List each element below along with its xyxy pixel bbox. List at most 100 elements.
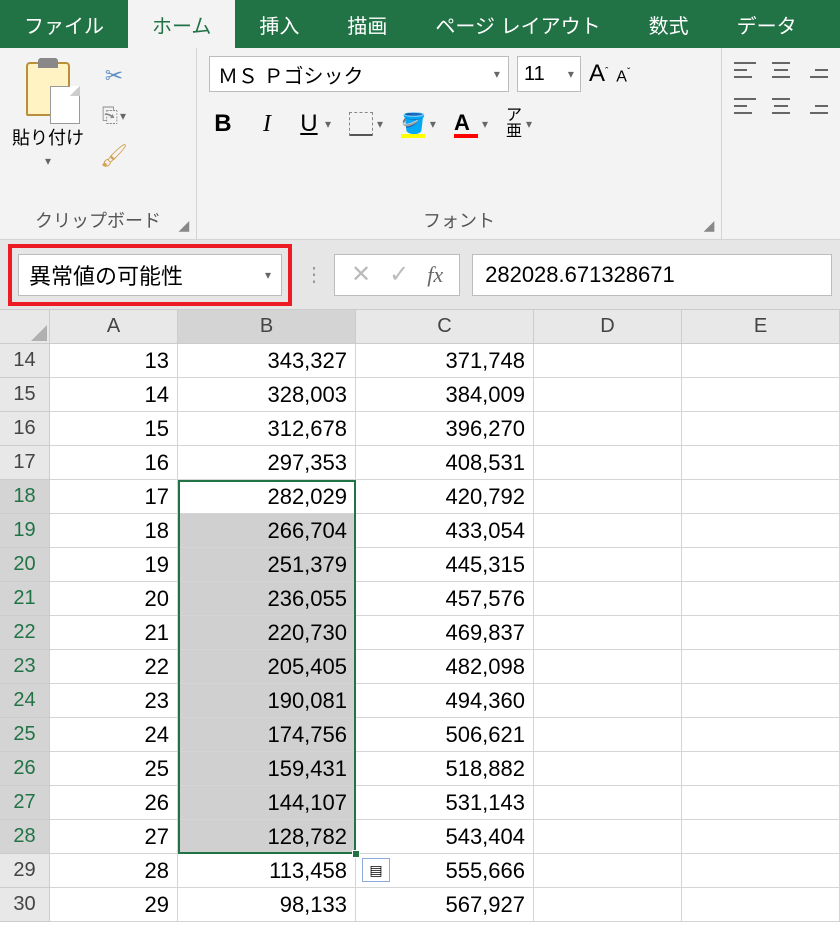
cell[interactable] (534, 548, 682, 582)
font-name-dropdown[interactable]: ＭＳ Ｐゴシック ▾ (209, 56, 509, 92)
cell[interactable]: 531,143 (356, 786, 534, 820)
cell[interactable] (534, 786, 682, 820)
font-color-button[interactable]: A▾ (454, 110, 488, 138)
tab-file[interactable]: ファイル (0, 0, 128, 48)
fx-icon[interactable]: fx (427, 262, 443, 288)
row-header[interactable]: 25 (0, 718, 50, 752)
cell[interactable]: 28 (50, 854, 178, 888)
cell[interactable] (534, 514, 682, 548)
increase-font-button[interactable]: Aˆ (589, 60, 608, 88)
cut-button[interactable]: ✂ (96, 60, 132, 92)
copy-button[interactable]: ⎘▾ (96, 100, 132, 132)
cell[interactable]: 543,404 (356, 820, 534, 854)
italic-button[interactable]: I (255, 111, 279, 138)
phonetic-guide-button[interactable]: ア亜▾ (506, 108, 532, 140)
cell[interactable]: 220,730 (178, 616, 356, 650)
row-header[interactable]: 15 (0, 378, 50, 412)
cell[interactable]: 420,792 (356, 480, 534, 514)
cell[interactable] (534, 820, 682, 854)
cell[interactable]: 205,405 (178, 650, 356, 684)
cell[interactable]: 144,107 (178, 786, 356, 820)
cell[interactable]: 297,353 (178, 446, 356, 480)
align-bottom-button[interactable] (806, 62, 828, 78)
tab-data[interactable]: データ (713, 0, 821, 48)
cell[interactable] (682, 412, 840, 446)
cell[interactable]: 371,748 (356, 344, 534, 378)
cell[interactable]: 19 (50, 548, 178, 582)
cell[interactable]: 396,270 (356, 412, 534, 446)
cell[interactable] (534, 582, 682, 616)
cell[interactable]: 457,576 (356, 582, 534, 616)
cell[interactable] (534, 480, 682, 514)
row-header[interactable]: 14 (0, 344, 50, 378)
tab-page-layout[interactable]: ページ レイアウト (411, 0, 624, 48)
cell[interactable]: 16 (50, 446, 178, 480)
tab-draw[interactable]: 描画 (323, 0, 411, 48)
borders-button[interactable]: ▾ (349, 112, 383, 136)
cell[interactable]: 159,431 (178, 752, 356, 786)
cell[interactable]: 190,081 (178, 684, 356, 718)
cell[interactable]: 433,054 (356, 514, 534, 548)
col-header-a[interactable]: A (50, 310, 178, 344)
align-top-button[interactable] (734, 62, 756, 78)
select-all-corner[interactable] (0, 310, 50, 344)
col-header-c[interactable]: C (356, 310, 534, 344)
cell[interactable]: 469,837 (356, 616, 534, 650)
cell[interactable] (534, 684, 682, 718)
cell[interactable] (682, 752, 840, 786)
cell[interactable] (534, 344, 682, 378)
cell[interactable] (682, 684, 840, 718)
align-middle-button[interactable] (770, 62, 792, 78)
cell[interactable] (682, 480, 840, 514)
cell[interactable] (682, 344, 840, 378)
cell[interactable] (682, 378, 840, 412)
format-painter-button[interactable]: 🖌 (96, 140, 132, 172)
cell[interactable]: 24 (50, 718, 178, 752)
tab-home[interactable]: ホーム (128, 0, 235, 48)
formula-input[interactable]: 282028.671328671 (472, 254, 832, 296)
underline-button[interactable]: U▾ (297, 110, 331, 138)
cell[interactable]: 13 (50, 344, 178, 378)
cell[interactable] (534, 378, 682, 412)
align-left-button[interactable] (734, 98, 756, 114)
cell[interactable] (534, 752, 682, 786)
row-header[interactable]: 23 (0, 650, 50, 684)
row-header[interactable]: 24 (0, 684, 50, 718)
row-header[interactable]: 19 (0, 514, 50, 548)
cell[interactable] (682, 616, 840, 650)
cell[interactable]: 25 (50, 752, 178, 786)
cell[interactable]: 266,704 (178, 514, 356, 548)
cell[interactable] (534, 412, 682, 446)
col-header-b[interactable]: B (178, 310, 356, 344)
cell[interactable] (682, 548, 840, 582)
cell[interactable]: 384,009 (356, 378, 534, 412)
font-launcher[interactable]: ◢ (701, 217, 717, 233)
cell[interactable] (682, 514, 840, 548)
cell[interactable]: 27 (50, 820, 178, 854)
row-header[interactable]: 21 (0, 582, 50, 616)
row-header[interactable]: 27 (0, 786, 50, 820)
cell[interactable]: 17 (50, 480, 178, 514)
cell[interactable] (682, 820, 840, 854)
clipboard-launcher[interactable]: ◢ (176, 217, 192, 233)
cell[interactable]: 113,458 (178, 854, 356, 888)
cell[interactable]: 312,678 (178, 412, 356, 446)
cell[interactable] (534, 616, 682, 650)
cell[interactable]: 343,327 (178, 344, 356, 378)
fill-color-button[interactable]: 🪣▾ (401, 111, 436, 138)
enter-formula-button[interactable]: ✓ (389, 260, 409, 289)
cell[interactable] (682, 786, 840, 820)
cell[interactable]: 18 (50, 514, 178, 548)
cell[interactable]: 518,882 (356, 752, 534, 786)
cell[interactable] (534, 718, 682, 752)
cell[interactable]: 251,379 (178, 548, 356, 582)
cell[interactable]: 445,315 (356, 548, 534, 582)
cell[interactable]: 506,621 (356, 718, 534, 752)
cell[interactable]: 98,133 (178, 888, 356, 922)
row-header[interactable]: 20 (0, 548, 50, 582)
cell[interactable]: 328,003 (178, 378, 356, 412)
decrease-font-button[interactable]: Aˇ (616, 67, 630, 86)
paste-button[interactable]: 貼り付け ▾ (12, 56, 84, 168)
tab-insert[interactable]: 挿入 (235, 0, 323, 48)
row-header[interactable]: 18 (0, 480, 50, 514)
